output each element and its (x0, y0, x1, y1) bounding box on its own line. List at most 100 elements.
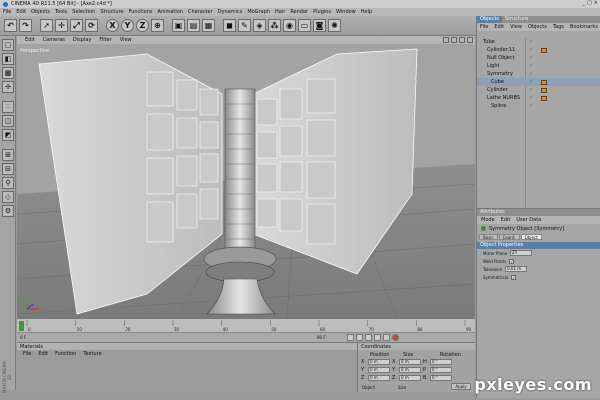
attr-menu-edit[interactable]: Edit (501, 217, 511, 223)
object-row-cylinder-11[interactable]: Cylinder.11 ✓ (477, 46, 600, 54)
menu-tools[interactable]: Tools (55, 9, 67, 15)
visibility-check-icon[interactable]: ✓ (529, 87, 533, 93)
menu-structure[interactable]: Structure (100, 9, 123, 15)
redo-icon[interactable]: ↷ (19, 19, 32, 32)
record-icon[interactable] (392, 334, 399, 341)
materials-menu-function[interactable]: Function (55, 351, 76, 357)
visibility-check-icon[interactable]: ✓ (529, 71, 533, 77)
edges-icon[interactable]: ◫ (2, 115, 14, 127)
pen-icon[interactable]: ✎ (238, 19, 251, 32)
materials-menu-file[interactable]: File (23, 351, 31, 357)
texture-tag-icon[interactable] (541, 47, 547, 53)
polygons-icon[interactable]: ◩ (2, 129, 14, 141)
object-row-symmetry[interactable]: Symmetry ✓ (477, 70, 600, 78)
viewport-menu-filter[interactable]: Filter (99, 37, 111, 43)
visibility-check-icon[interactable]: ✓ (529, 79, 533, 85)
om-menu-file[interactable]: File (480, 24, 488, 30)
camera-icon[interactable]: ◙ (313, 19, 326, 32)
view-toggle-icon[interactable] (467, 37, 473, 43)
menu-plugins[interactable]: Plugins (313, 9, 331, 15)
object-row-light[interactable]: Light ✓ (477, 62, 600, 70)
move-icon[interactable]: ✛ (55, 19, 68, 32)
next-frame-icon[interactable] (374, 334, 381, 341)
size-mode-select[interactable]: Size (398, 385, 406, 390)
rot-p-field[interactable]: 0 ° (430, 367, 452, 373)
current-frame[interactable]: 0 F (20, 335, 26, 340)
tab-objects[interactable]: Objects (477, 16, 502, 23)
rot-b-field[interactable]: 0 ° (430, 375, 452, 381)
prev-frame-icon[interactable] (356, 334, 363, 341)
array-icon[interactable]: ⁂ (268, 19, 281, 32)
zoom-icon[interactable] (451, 37, 457, 43)
size-y-field[interactable]: 0 m (399, 367, 421, 373)
attr-menu-userdata[interactable]: User Data (516, 217, 541, 223)
axis-icon[interactable]: ✢ (2, 81, 14, 93)
menu-window[interactable]: Window (336, 9, 356, 15)
pos-x-field[interactable]: 0 m (368, 359, 390, 365)
visibility-check-icon[interactable]: ✓ (529, 95, 533, 101)
attr-menu-mode[interactable]: Mode (481, 217, 495, 223)
om-menu-edit[interactable]: Edit (494, 24, 504, 30)
visibility-check-icon[interactable]: ✓ (529, 103, 533, 109)
object-row-tube[interactable]: Tube ✓ (477, 38, 600, 46)
symmetrical-checkbox[interactable]: ✓ (511, 274, 517, 280)
orbit-icon[interactable] (459, 37, 465, 43)
size-x-field[interactable]: 0 m (399, 359, 421, 365)
tab-structure[interactable]: Structure (502, 16, 531, 23)
om-menu-view[interactable]: View (510, 24, 522, 30)
make-editable-icon[interactable]: ▢ (2, 39, 14, 51)
subdivision-icon[interactable]: ◈ (253, 19, 266, 32)
viewport-menu-cameras[interactable]: Cameras (43, 37, 65, 43)
minimize-button[interactable]: _ (583, 0, 586, 6)
menu-dynamics[interactable]: Dynamics (218, 9, 243, 15)
workplane-icon[interactable]: ◇ (2, 191, 14, 203)
tweak-icon[interactable]: ⊟ (2, 163, 14, 175)
om-menu-bookmarks[interactable]: Bookmarks (570, 24, 598, 30)
om-menu-objects[interactable]: Objects (528, 24, 547, 30)
texture-tag-icon[interactable] (541, 95, 547, 101)
first-frame-icon[interactable] (347, 334, 354, 341)
coord-mode-select[interactable]: Object (362, 385, 375, 390)
undo-icon[interactable]: ↶ (4, 19, 17, 32)
max-frame[interactable]: 90 F (317, 335, 326, 340)
pos-y-field[interactable]: 0 m (368, 367, 390, 373)
snap-icon[interactable]: ⚲ (2, 177, 14, 189)
rot-h-field[interactable]: 0 ° (430, 359, 452, 365)
z-axis-button[interactable]: Z (136, 19, 149, 32)
render-view-icon[interactable]: ▤ (187, 19, 200, 32)
last-frame-icon[interactable] (383, 334, 390, 341)
viewport-menu-edit[interactable]: Edit (25, 37, 35, 43)
visibility-check-icon[interactable]: ✓ (529, 39, 533, 45)
scale-icon[interactable]: ⤢ (70, 19, 83, 32)
play-icon[interactable] (365, 334, 372, 341)
menu-selection[interactable]: Selection (72, 9, 95, 15)
tab-basic[interactable]: Basic (479, 234, 498, 240)
close-button[interactable]: × (594, 0, 598, 6)
object-row-lathe[interactable]: Lathe NURBS ✓ (477, 94, 600, 102)
object-row-null[interactable]: Null Object ✓ (477, 54, 600, 62)
lock-icon[interactable]: ⚙ (2, 205, 14, 217)
render-settings-icon[interactable]: ▦ (202, 19, 215, 32)
menu-render[interactable]: Render (290, 9, 308, 15)
menu-edit[interactable]: Edit (16, 9, 26, 15)
object-row-cube[interactable]: Cube ✓ (477, 78, 600, 86)
light-icon[interactable]: ✺ (328, 19, 341, 32)
live-selection-icon[interactable]: ➚ (40, 19, 53, 32)
tolerance-field[interactable]: 0.01 m (505, 266, 528, 272)
texture-tag-icon[interactable] (541, 79, 547, 85)
apply-button[interactable]: Apply (451, 383, 471, 390)
coord-system-icon[interactable]: ⊕ (151, 19, 164, 32)
model-tool-icon[interactable]: ◧ (2, 53, 14, 65)
pan-icon[interactable] (443, 37, 449, 43)
visibility-check-icon[interactable]: ✓ (529, 55, 533, 61)
object-row-spline[interactable]: Spline ✓ (477, 102, 600, 110)
menu-mograph[interactable]: MoGraph (247, 9, 270, 15)
om-menu-tags[interactable]: Tags (553, 24, 564, 30)
weld-points-checkbox[interactable]: ✓ (509, 258, 515, 264)
enable-axis-icon[interactable]: ⊞ (2, 149, 14, 161)
materials-menu-texture[interactable]: Texture (83, 351, 101, 357)
texture-icon[interactable]: ▩ (2, 67, 14, 79)
materials-menu-edit[interactable]: Edit (38, 351, 48, 357)
y-axis-button[interactable]: Y (121, 19, 134, 32)
menu-functions[interactable]: Functions (129, 9, 153, 15)
